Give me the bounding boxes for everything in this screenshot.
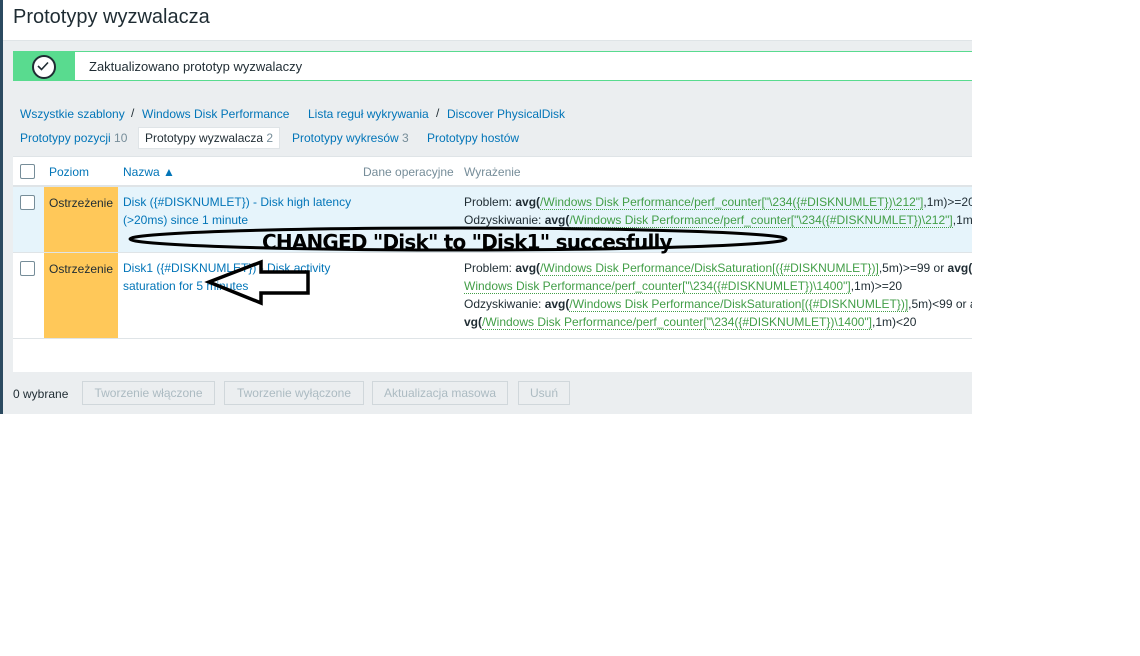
annotation-text: CHANGED "Disk" to "Disk1" succesfully <box>262 230 673 254</box>
annotation-overlay <box>128 226 788 306</box>
annotation-arrow-icon <box>204 259 310 306</box>
